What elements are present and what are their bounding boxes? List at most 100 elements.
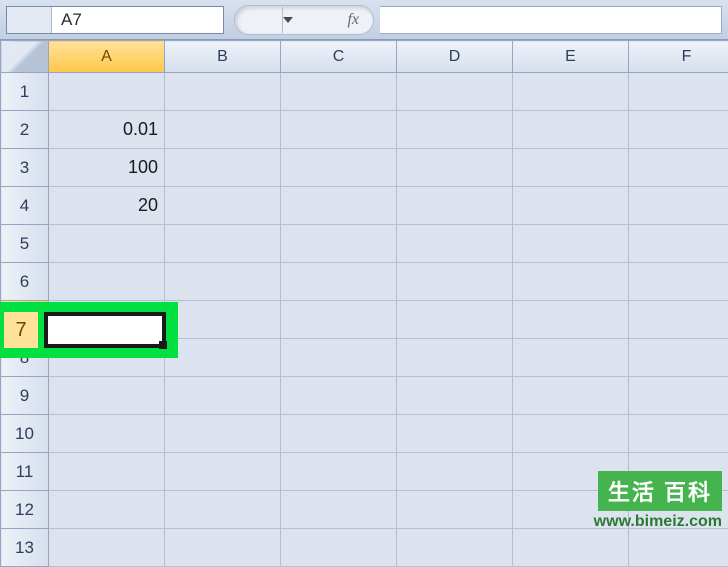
cell-B4[interactable] [165, 187, 281, 225]
spreadsheet-grid: A B C D E F 1 20.01 3100 420 5 6 7 8 9 1… [0, 40, 728, 567]
cell-E1[interactable] [513, 73, 629, 111]
col-header-A[interactable]: A [49, 41, 165, 73]
cell-A4[interactable]: 20 [49, 187, 165, 225]
cell-B3[interactable] [165, 149, 281, 187]
col-header-D[interactable]: D [397, 41, 513, 73]
cell-D10[interactable] [397, 415, 513, 453]
cell-C2[interactable] [281, 111, 397, 149]
cell-F3[interactable] [629, 149, 728, 187]
row-header-2[interactable]: 2 [1, 111, 49, 149]
row-header-10[interactable]: 10 [1, 415, 49, 453]
cell-B5[interactable] [165, 225, 281, 263]
cell-F10[interactable] [629, 415, 728, 453]
cell-D8[interactable] [397, 339, 513, 377]
cell-A9[interactable] [49, 377, 165, 415]
cell-D11[interactable] [397, 453, 513, 491]
cell-E5[interactable] [513, 225, 629, 263]
selected-cell-indicator[interactable] [44, 312, 166, 348]
name-box-dropdown[interactable] [282, 7, 293, 33]
cell-F7[interactable] [629, 301, 728, 339]
tutorial-highlight: 7 [0, 302, 178, 358]
select-all-corner[interactable] [1, 41, 49, 73]
row-header-1[interactable]: 1 [1, 73, 49, 111]
cell-F9[interactable] [629, 377, 728, 415]
row-header-12[interactable]: 12 [1, 491, 49, 529]
cell-C7[interactable] [281, 301, 397, 339]
col-header-E[interactable]: E [513, 41, 629, 73]
cell-D6[interactable] [397, 263, 513, 301]
cell-C10[interactable] [281, 415, 397, 453]
cell-D7[interactable] [397, 301, 513, 339]
name-box-input[interactable] [7, 10, 282, 30]
cell-B10[interactable] [165, 415, 281, 453]
cell-C3[interactable] [281, 149, 397, 187]
cell-E7[interactable] [513, 301, 629, 339]
cell-D4[interactable] [397, 187, 513, 225]
row-header-9[interactable]: 9 [1, 377, 49, 415]
cell-E6[interactable] [513, 263, 629, 301]
cell-C11[interactable] [281, 453, 397, 491]
cell-A2[interactable]: 0.01 [49, 111, 165, 149]
cell-B11[interactable] [165, 453, 281, 491]
watermark-badge: 生活 百科 [598, 471, 722, 511]
cell-B9[interactable] [165, 377, 281, 415]
fx-icon: fx [347, 11, 359, 29]
cell-D5[interactable] [397, 225, 513, 263]
cell-F5[interactable] [629, 225, 728, 263]
cell-C8[interactable] [281, 339, 397, 377]
row-header-13[interactable]: 13 [1, 529, 49, 567]
cell-C9[interactable] [281, 377, 397, 415]
cell-C5[interactable] [281, 225, 397, 263]
cell-A5[interactable] [49, 225, 165, 263]
cell-F13[interactable] [629, 529, 728, 567]
cell-D12[interactable] [397, 491, 513, 529]
cell-B12[interactable] [165, 491, 281, 529]
cell-D2[interactable] [397, 111, 513, 149]
cell-D3[interactable] [397, 149, 513, 187]
cell-F6[interactable] [629, 263, 728, 301]
cell-C6[interactable] [281, 263, 397, 301]
row-header-5[interactable]: 5 [1, 225, 49, 263]
cell-C1[interactable] [281, 73, 397, 111]
cell-C4[interactable] [281, 187, 397, 225]
cell-C13[interactable] [281, 529, 397, 567]
col-header-F[interactable]: F [629, 41, 728, 73]
cell-F8[interactable] [629, 339, 728, 377]
cell-B13[interactable] [165, 529, 281, 567]
cell-D9[interactable] [397, 377, 513, 415]
row-header-11[interactable]: 11 [1, 453, 49, 491]
cell-B1[interactable] [165, 73, 281, 111]
col-header-B[interactable]: B [165, 41, 281, 73]
cell-B6[interactable] [165, 263, 281, 301]
row-header-6[interactable]: 6 [1, 263, 49, 301]
cell-F4[interactable] [629, 187, 728, 225]
cell-A13[interactable] [49, 529, 165, 567]
cell-E10[interactable] [513, 415, 629, 453]
cell-E3[interactable] [513, 149, 629, 187]
formula-input[interactable] [380, 6, 722, 34]
col-header-C[interactable]: C [281, 41, 397, 73]
cell-E2[interactable] [513, 111, 629, 149]
cell-A6[interactable] [49, 263, 165, 301]
cell-A3[interactable]: 100 [49, 149, 165, 187]
cell-A1[interactable] [49, 73, 165, 111]
cell-F2[interactable] [629, 111, 728, 149]
cell-B2[interactable] [165, 111, 281, 149]
watermark-url: www.bimeiz.com [594, 513, 722, 531]
cell-E13[interactable] [513, 529, 629, 567]
row-header-4[interactable]: 4 [1, 187, 49, 225]
cell-E9[interactable] [513, 377, 629, 415]
cell-B8[interactable] [165, 339, 281, 377]
cell-C12[interactable] [281, 491, 397, 529]
row-header-3[interactable]: 3 [1, 149, 49, 187]
cell-E4[interactable] [513, 187, 629, 225]
cell-D1[interactable] [397, 73, 513, 111]
cell-A12[interactable] [49, 491, 165, 529]
cell-E8[interactable] [513, 339, 629, 377]
cell-B7[interactable] [165, 301, 281, 339]
cell-F1[interactable] [629, 73, 728, 111]
cell-A10[interactable] [49, 415, 165, 453]
cell-D13[interactable] [397, 529, 513, 567]
name-box-container[interactable] [6, 6, 224, 34]
cell-A11[interactable] [49, 453, 165, 491]
